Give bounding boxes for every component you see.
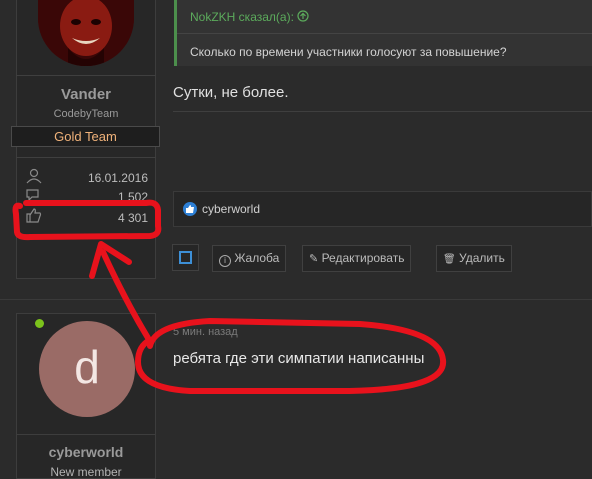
annotation-highlight-box <box>12 199 162 241</box>
annotation-arrow-shaft <box>100 249 151 341</box>
annotation-highlight-oval <box>135 318 447 395</box>
annotation-overlay <box>12 199 447 395</box>
